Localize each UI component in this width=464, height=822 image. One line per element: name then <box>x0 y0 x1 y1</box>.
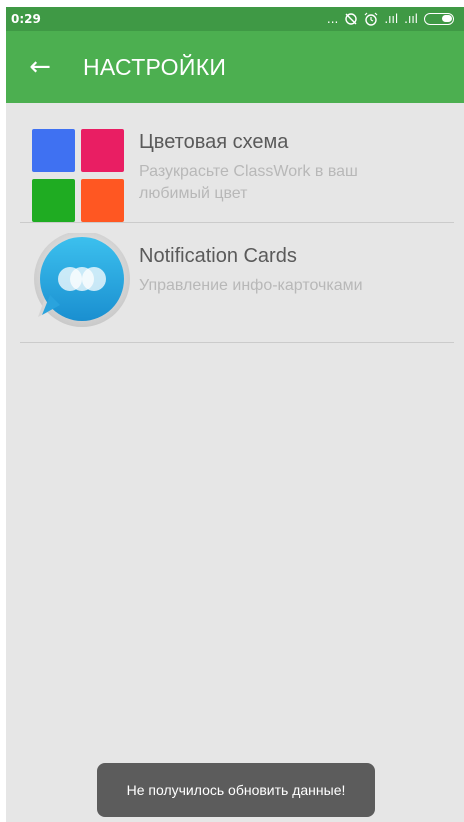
status-icons: ... .ııl .ııl <box>327 10 454 28</box>
back-button[interactable]: ← <box>22 49 58 85</box>
signal-icon: .ııl <box>384 12 399 26</box>
setting-notification-cards[interactable]: Notification Cards Управление инфо-карто… <box>6 223 464 343</box>
palette-square-pink <box>81 129 124 172</box>
setting-title: Notification Cards <box>139 245 297 267</box>
page-title: НАСТРОЙКИ <box>83 54 227 80</box>
signal-icon: .ııl <box>404 12 418 26</box>
color-palette-icon <box>32 129 126 223</box>
chat-bubble-icon <box>34 233 130 327</box>
status-bar: 0:29 ... .ııl .ııl <box>6 7 464 31</box>
setting-subtitle: Разукрасьте ClassWork в ваш любимый цвет <box>139 163 358 202</box>
settings-list: Цветовая схема Разукрасьте ClassWork в в… <box>6 103 464 343</box>
list-divider <box>20 342 454 343</box>
setting-color-scheme[interactable]: Цветовая схема Разукрасьте ClassWork в в… <box>6 103 464 223</box>
toast-message: Не получилось обновить данные! <box>97 763 375 817</box>
palette-square-orange <box>81 179 124 222</box>
app-bar: ← НАСТРОЙКИ <box>6 31 464 103</box>
palette-square-blue <box>32 129 75 172</box>
alarm-icon <box>364 12 378 26</box>
more-dots-icon: ... <box>326 12 339 26</box>
palette-square-green <box>32 179 75 222</box>
setting-title: Цветовая схема <box>139 131 289 153</box>
status-time: 0:29 <box>11 12 41 26</box>
setting-subtitle: Управление инфо-карточками <box>139 277 363 294</box>
arrow-back-icon: ← <box>29 52 51 82</box>
battery-icon <box>424 13 454 25</box>
app-screen: 0:29 ... .ııl .ııl ← НАСТРОЙКИ Цветовая … <box>6 7 464 822</box>
sync-off-icon <box>345 13 358 25</box>
